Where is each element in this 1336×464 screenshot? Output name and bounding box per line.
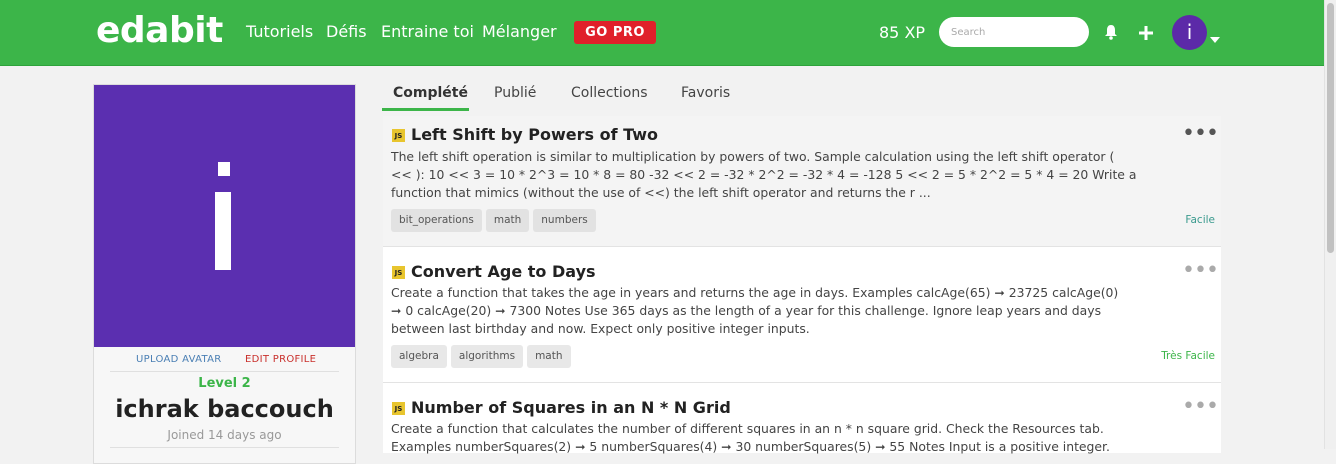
edit-profile-link[interactable]: EDIT PROFILE [245, 354, 316, 365]
challenge-title[interactable]: Left Shift by Powers of Two [411, 125, 658, 144]
upload-avatar-link[interactable]: UPLOAD AVATAR [136, 354, 221, 365]
challenge-description: Create a function that calculates the nu… [391, 421, 1110, 454]
user-name: ichrak baccouch [115, 395, 334, 423]
challenge-title[interactable]: Number of Squares in an N * N Grid [411, 398, 731, 417]
bell-icon[interactable] [1104, 24, 1118, 44]
difficulty-label: Facile [1185, 214, 1215, 226]
more-options-icon[interactable]: ••• [1182, 396, 1219, 418]
tab-favoris[interactable]: Favoris [681, 85, 730, 101]
search-input[interactable] [939, 17, 1089, 47]
avatar-letter-stem [215, 192, 231, 270]
profile-divider [110, 371, 339, 372]
challenge-description: Create a function that takes the age in … [391, 285, 1119, 336]
scrollbar-thumb[interactable] [1327, 3, 1334, 253]
more-options-icon[interactable]: ••• [1182, 260, 1219, 282]
user-level: Level 2 [198, 376, 251, 391]
profile-divider [110, 447, 339, 448]
challenge-description: The left shift operation is similar to m… [391, 149, 1137, 200]
tag[interactable]: bit_operations [391, 209, 482, 232]
user-avatar[interactable]: i [1172, 15, 1207, 50]
top-navbar: edabit Tutoriels Défis Entraine toi Méla… [0, 0, 1324, 66]
tag[interactable]: numbers [533, 209, 596, 232]
page-scrollbar[interactable] [1324, 0, 1336, 449]
tab-collections[interactable]: Collections [571, 85, 648, 101]
tag[interactable]: math [527, 345, 571, 368]
javascript-icon: JS [392, 402, 405, 415]
challenge-title[interactable]: Convert Age to Days [411, 262, 596, 281]
difficulty-label: Très Facile [1161, 350, 1215, 362]
joined-date: Joined 14 days ago [167, 428, 282, 442]
challenge-tags: algebra algorithms math [391, 345, 571, 368]
nav-link-entraine-toi[interactable]: Entraine toi [381, 22, 474, 41]
avatar-letter-dot [218, 162, 230, 176]
profile-avatar [94, 85, 355, 347]
chevron-down-icon[interactable] [1210, 29, 1220, 48]
challenge-card[interactable]: JS Convert Age to Days ••• Create a func… [383, 247, 1221, 383]
nav-link-tutoriels[interactable]: Tutoriels [246, 22, 313, 41]
more-options-icon[interactable]: ••• [1182, 123, 1219, 145]
nav-link-defis[interactable]: Défis [326, 22, 367, 41]
tab-complete[interactable]: Complété [393, 85, 468, 101]
go-pro-button[interactable]: GO PRO [574, 21, 656, 44]
tag[interactable]: math [485, 209, 530, 232]
active-tab-indicator [382, 108, 469, 111]
plus-icon[interactable] [1139, 25, 1153, 44]
challenge-card[interactable]: JS Left Shift by Powers of Two ••• The l… [383, 116, 1221, 247]
challenge-card[interactable]: JS Number of Squares in an N * N Grid ••… [383, 383, 1221, 454]
nav-link-melanger[interactable]: Mélanger [482, 22, 557, 41]
tag[interactable]: algorithms [450, 345, 524, 368]
edabit-logo[interactable]: edabit [96, 10, 223, 51]
javascript-icon: JS [392, 266, 405, 279]
challenge-tags: bit_operations math numbers [391, 209, 596, 232]
tab-publie[interactable]: Publié [494, 85, 536, 101]
xp-counter: 85 XP [879, 23, 926, 42]
profile-card: UPLOAD AVATAR EDIT PROFILE Level 2 ichra… [93, 84, 356, 464]
tag[interactable]: algebra [391, 345, 447, 368]
javascript-icon: JS [392, 129, 405, 142]
